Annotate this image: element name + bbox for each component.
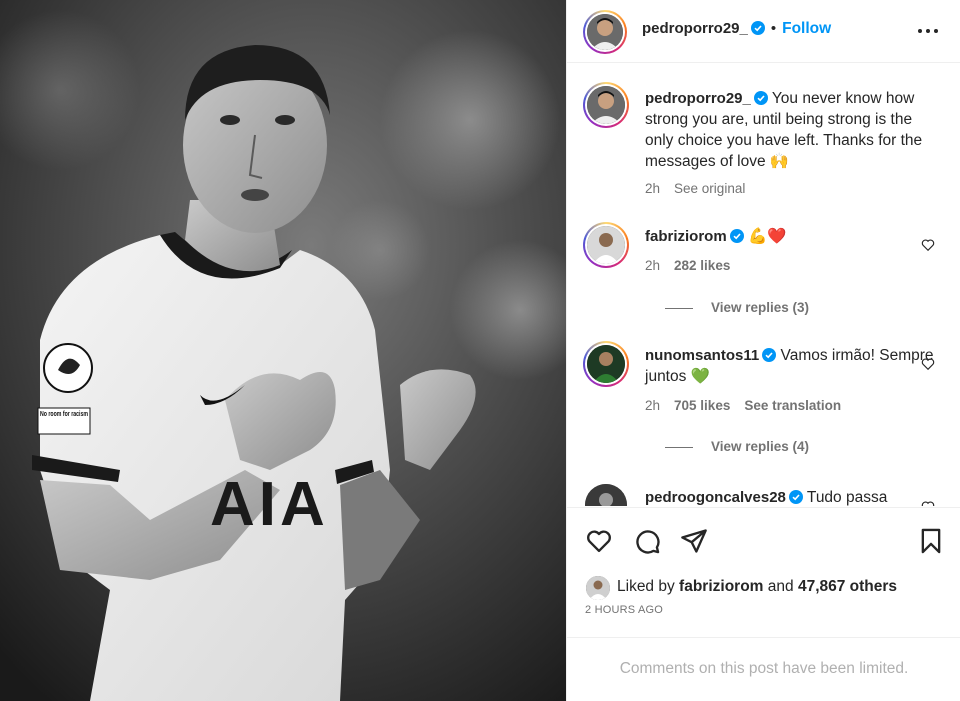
comment-text: 💪❤️ xyxy=(748,228,787,245)
see-translation-button[interactable]: See translation xyxy=(744,398,841,413)
comment-username[interactable]: nunomsantos11 xyxy=(645,347,759,364)
heart-icon[interactable] xyxy=(585,527,613,555)
see-original-button[interactable]: See original xyxy=(674,181,745,196)
caption-avatar[interactable] xyxy=(583,82,629,128)
comment-likes[interactable]: 705 likes xyxy=(674,398,730,413)
comment-time[interactable]: 2h xyxy=(645,398,660,413)
liked-by-count[interactable]: 47,867 others xyxy=(798,578,897,595)
verified-badge-icon xyxy=(729,229,744,243)
comment-like-heart-icon[interactable] xyxy=(921,357,935,371)
caption-username[interactable]: pedroporro29_ xyxy=(645,90,751,107)
more-options-icon[interactable] xyxy=(917,24,939,38)
post-image: No room for racism AIA xyxy=(0,0,566,701)
verified-badge-icon xyxy=(750,21,765,35)
comment-avatar[interactable] xyxy=(583,222,629,268)
verified-badge-icon xyxy=(788,490,803,504)
author-avatar[interactable] xyxy=(583,10,627,54)
bookmark-icon[interactable] xyxy=(917,527,945,555)
comments-limited-notice: Comments on this post have been limited. xyxy=(619,660,909,677)
caption-time[interactable]: 2h xyxy=(645,181,660,196)
verified-badge-icon xyxy=(762,348,777,362)
comment-avatar[interactable] xyxy=(583,341,629,387)
follow-button[interactable]: Follow xyxy=(782,20,831,37)
comment-text: Tudo passa xyxy=(806,489,888,506)
post-photo[interactable]: No room for racism AIA xyxy=(0,0,566,701)
liked-by-summary: Liked by fabriziorom and 47,867 others xyxy=(617,578,897,596)
view-replies-button[interactable]: View replies (4) xyxy=(665,439,809,454)
verified-badge-icon xyxy=(753,91,768,105)
post-time-ago[interactable]: 2 HOURS AGO xyxy=(585,604,663,616)
comment-avatar[interactable] xyxy=(585,484,627,506)
post-header: pedroporro29_ • Follow xyxy=(567,0,960,63)
liked-by-avatar[interactable] xyxy=(586,576,610,600)
separator-dot: • xyxy=(770,20,777,37)
comment-time[interactable]: 2h xyxy=(645,258,660,273)
comment-like-heart-icon[interactable] xyxy=(921,500,935,506)
comment-likes[interactable]: 282 likes xyxy=(674,258,730,273)
comments-list[interactable]: pedroporro29_ You never know how strong … xyxy=(567,64,960,506)
post-side-panel: pedroporro29_ • Follow pedroporro29_ You n… xyxy=(566,0,960,701)
comment-username[interactable]: fabriziorom xyxy=(645,228,727,245)
liked-by-user[interactable]: fabriziorom xyxy=(679,578,763,595)
comment-username[interactable]: pedroogoncalves28 xyxy=(645,489,786,506)
comment-icon[interactable] xyxy=(633,527,661,555)
view-replies-button[interactable]: View replies (3) xyxy=(665,300,809,315)
post-actions: Liked by fabriziorom and 47,867 others 2… xyxy=(567,507,960,638)
sleeve-badge-text: No room for racism xyxy=(40,411,88,418)
liked-by-prefix: Liked by xyxy=(617,578,675,595)
jersey-sponsor-text: AIA xyxy=(210,470,329,539)
paper-plane-icon[interactable] xyxy=(680,527,708,555)
comment-like-heart-icon[interactable] xyxy=(921,238,935,252)
author-username[interactable]: pedroporro29_ xyxy=(642,20,748,37)
liked-by-middle: and xyxy=(767,578,794,595)
